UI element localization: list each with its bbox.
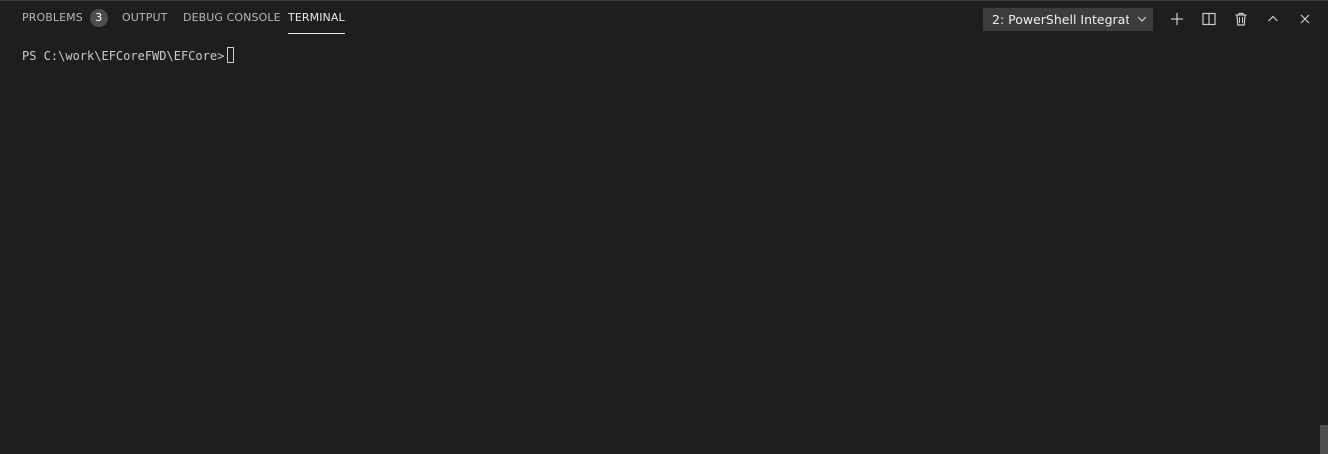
terminal-cursor [227,47,235,63]
chevron-up-icon [1268,15,1278,22]
terminal-select-value: 2: PowerShell Integrated [992,12,1129,27]
tab-output[interactable]: OUTPUT [122,1,167,34]
maximize-panel-button[interactable] [1263,9,1283,29]
problems-count-badge: 3 [89,8,108,27]
terminal-select-dropdown[interactable]: 2: PowerShell Integrated [983,8,1153,31]
new-terminal-button[interactable] [1167,9,1187,29]
tab-problems[interactable]: PROBLEMS 3 [22,1,108,34]
terminal-prompt: PS C:\work\EFCoreFWD\EFCore> [22,49,225,63]
terminal-panel: PROBLEMS 3 OUTPUT DEBUG CONSOLE TERMINAL… [0,0,1328,454]
tab-debug-console[interactable]: DEBUG CONSOLE [183,1,281,34]
trash-icon [1235,12,1247,26]
split-icon [1202,12,1216,26]
close-panel-button[interactable] [1295,9,1315,29]
close-icon [1300,14,1310,24]
tab-terminal[interactable]: TERMINAL [288,1,345,34]
chevron-down-icon [1137,16,1147,22]
plus-icon [1171,13,1183,25]
terminal-output[interactable]: PS C:\work\EFCoreFWD\EFCore> [22,47,235,65]
panel-tab-bar: PROBLEMS 3 OUTPUT DEBUG CONSOLE TERMINAL… [0,1,1328,37]
tab-problems-label: PROBLEMS [22,11,83,24]
terminal-scrollbar[interactable] [1320,425,1328,454]
split-terminal-button[interactable] [1199,9,1219,29]
kill-terminal-button[interactable] [1231,9,1251,29]
tab-terminal-label: TERMINAL [288,11,345,24]
tab-debug-console-label: DEBUG CONSOLE [183,11,281,24]
tab-output-label: OUTPUT [122,11,168,24]
